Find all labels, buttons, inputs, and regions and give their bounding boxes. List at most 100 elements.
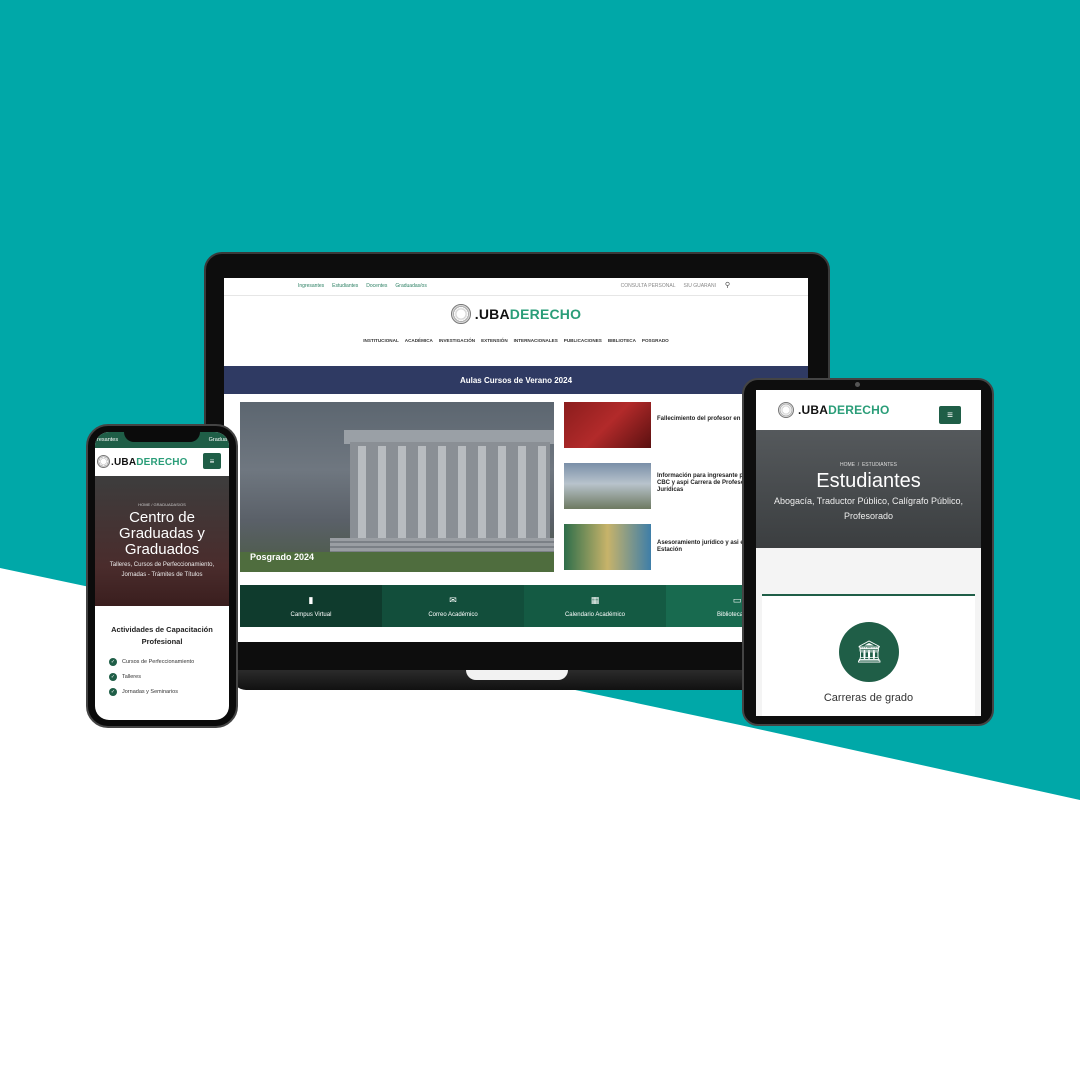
- hero-column: [478, 446, 486, 538]
- brand-prefix: .UBA: [111, 456, 137, 468]
- breadcrumb-current: ESTUDIANTES: [861, 462, 897, 468]
- hero-column: [518, 446, 526, 538]
- calendar-icon: ▦: [590, 594, 600, 605]
- hero-column: [458, 446, 466, 538]
- banner-text: Aulas Cursos de Verano 2024: [459, 375, 573, 385]
- hero-column: [438, 446, 446, 538]
- tablet-header: .UBADERECHO ≡: [756, 390, 981, 430]
- quick-link-correo[interactable]: ✉ Correo Académico: [382, 585, 524, 627]
- announcement-banner[interactable]: Aulas Cursos de Verano 2024: [224, 366, 808, 394]
- nav-internacionales[interactable]: INTERNACIONALES: [514, 338, 558, 352]
- hero-column: [538, 446, 546, 538]
- hero-caption: Posgrado 2024: [250, 552, 315, 562]
- book-icon: ▮: [308, 594, 314, 605]
- list-item[interactable]: ✓ Cursos de Perfeccionamiento: [109, 654, 194, 669]
- phone-notch: [124, 428, 200, 442]
- hamburger-menu-icon[interactable]: ≡: [939, 406, 961, 424]
- quick-link-label: Calendario Académico: [564, 611, 626, 618]
- search-icon[interactable]: ⚲: [725, 281, 730, 289]
- activities-list: ✓ Cursos de Perfeccionamiento ✓ Talleres ✓…: [109, 654, 194, 699]
- top-link-consulta[interactable]: CONSULTA PERSONAL: [621, 283, 676, 289]
- top-link-graduadas[interactable]: Gradua: [209, 437, 227, 443]
- brand-prefix: .UBA: [798, 403, 829, 417]
- title-line: Graduados: [124, 541, 200, 558]
- career-card[interactable]: 🏛 Carreras de grado: [762, 594, 975, 716]
- news-thumbnail: [564, 463, 651, 509]
- page-subtitle: Abogacía, Traductor Público, Calígrafo P…: [756, 494, 981, 524]
- top-link-ingresantes[interactable]: Ingresantes: [298, 283, 324, 289]
- list-item-label: Talleres: [122, 673, 141, 680]
- page-title: Estudiantes: [816, 470, 921, 492]
- list-item[interactable]: ✓ Talleres: [109, 669, 194, 684]
- laptop-content: Posgrado 2024 Fallecimiento del profesor…: [224, 394, 808, 584]
- subtitle-line: Profesorado: [843, 511, 894, 521]
- phone-header: .UBADERECHO ≡: [95, 448, 229, 476]
- monitor-icon: ▭: [732, 594, 742, 605]
- nav-investigacion[interactable]: INVESTIGACIÓN: [439, 338, 475, 352]
- breadcrumb: HOME / GRADUADAS/OS: [138, 502, 186, 507]
- seal-icon: [778, 402, 794, 418]
- brand-suffix: DERECHO: [136, 456, 188, 468]
- seal-icon: [450, 304, 471, 324]
- laptop-main-nav: INSTITUCIONAL ACADÉMICA INVESTIGACIÓN EX…: [224, 332, 808, 352]
- title-line: Centro de: [129, 509, 195, 526]
- check-icon: ✓: [109, 672, 117, 681]
- title-line: Graduadas y: [119, 525, 205, 542]
- page-subtitle: Talleres, Cursos de Perfeccionamiento, Jo…: [95, 560, 229, 580]
- subtitle-line: Jornadas - Trámites de Títulos: [121, 572, 203, 578]
- section-line: Profesional: [141, 637, 183, 646]
- laptop-screen: Ingresantes Estudiantes Docentes Graduad…: [224, 278, 808, 642]
- institution-icon: 🏛: [839, 622, 899, 682]
- section-line: Actividades de Capacitación: [111, 625, 213, 634]
- check-icon: ✓: [109, 687, 117, 696]
- top-link-estudiantes[interactable]: Estudiantes: [332, 283, 358, 289]
- seal-icon: [97, 455, 110, 468]
- breadcrumb-home[interactable]: HOME: [840, 462, 855, 468]
- top-link-docentes[interactable]: Docentes: [366, 283, 387, 289]
- nav-biblioteca[interactable]: BIBLIOTECA: [608, 338, 636, 352]
- check-icon: ✓: [109, 657, 117, 666]
- section-title: Actividades de Capacitación Profesional: [95, 624, 229, 648]
- news-thumbnail: [564, 402, 651, 448]
- subtitle-line: Talleres, Cursos de Perfeccionamiento,: [109, 562, 215, 568]
- nav-extension[interactable]: EXTENSIÓN: [481, 338, 508, 352]
- page-title: Centro de Graduadas y Graduados: [95, 510, 229, 558]
- subtitle-line: Abogacía, Traductor Público, Calígrafo P…: [773, 496, 964, 506]
- nav-institucional[interactable]: INSTITUCIONAL: [363, 338, 398, 352]
- hero-column: [418, 446, 426, 538]
- list-item[interactable]: ✓ Jornadas y Seminarios: [109, 684, 194, 699]
- hero-column: [358, 446, 366, 538]
- quick-link-label: Correo Académico: [428, 611, 478, 618]
- hero-image[interactable]: Posgrado 2024: [240, 402, 554, 572]
- brand-suffix: DERECHO: [509, 306, 582, 322]
- breadcrumb: HOME / ESTUDIANTES: [840, 462, 897, 468]
- top-link-graduadas[interactable]: Graduadas/os: [395, 283, 426, 289]
- nav-academica[interactable]: ACADÉMICA: [405, 338, 433, 352]
- phone-screen: resantes Gradua .UBADERECHO ≡ HOME / GRA…: [95, 432, 229, 720]
- brand-name[interactable]: .UBADERECHO: [798, 403, 890, 417]
- top-link-siu[interactable]: SIU GUARANI: [683, 283, 716, 289]
- quick-link-campus[interactable]: ▮ Campus Virtual: [240, 585, 382, 627]
- quick-links-bar: ▮ Campus Virtual ✉ Correo Académico ▦ Ca…: [240, 585, 808, 627]
- tablet-hero: HOME / ESTUDIANTES Estudiantes Abogacía,…: [756, 430, 981, 548]
- brand-prefix: .UBA: [474, 306, 510, 322]
- breadcrumb-home[interactable]: HOME: [138, 502, 150, 507]
- hamburger-menu-icon[interactable]: ≡: [203, 453, 221, 469]
- laptop-topbar: Ingresantes Estudiantes Docentes Graduad…: [224, 278, 808, 296]
- hero-column: [378, 446, 386, 538]
- laptop-logo[interactable]: .UBADERECHO: [224, 296, 808, 332]
- hero-column: [498, 446, 506, 538]
- breadcrumb-current: GRADUADAS/OS: [153, 502, 186, 507]
- quick-link-calendario[interactable]: ▦ Calendario Académico: [524, 585, 666, 627]
- nav-publicaciones[interactable]: PUBLICACIONES: [564, 338, 602, 352]
- nav-posgrado[interactable]: POSGRADO: [642, 338, 669, 352]
- brand-suffix: DERECHO: [828, 403, 890, 417]
- brand-name[interactable]: .UBADERECHO: [111, 457, 188, 468]
- phone-hero: HOME / GRADUADAS/OS Centro de Graduadas y…: [95, 476, 229, 606]
- news-thumbnail: [564, 524, 651, 570]
- card-title: Carreras de grado: [823, 692, 914, 704]
- quick-link-label: Campus Virtual: [290, 611, 332, 618]
- top-link-ingresantes[interactable]: resantes: [97, 437, 118, 443]
- mail-icon: ✉: [449, 594, 457, 605]
- laptop-notch: [466, 670, 568, 680]
